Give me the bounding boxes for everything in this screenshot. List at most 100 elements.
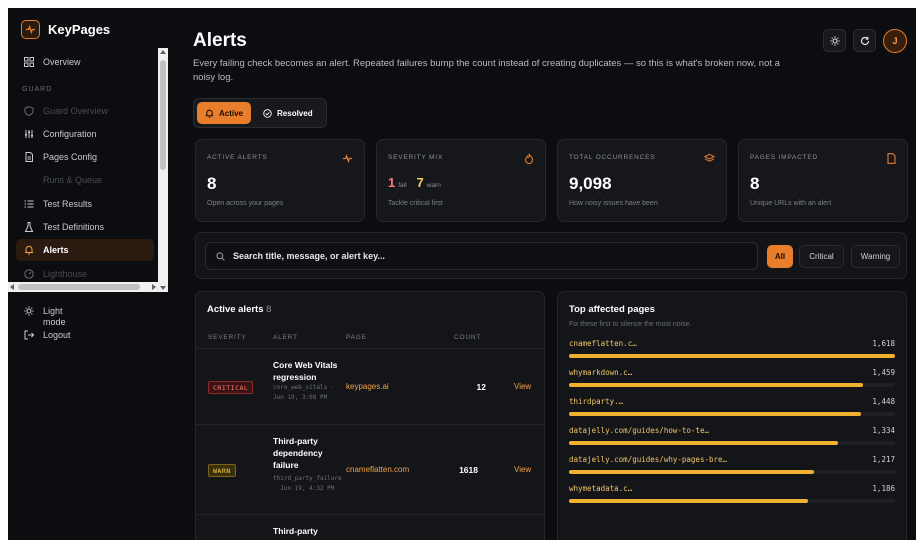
row-divider: [196, 424, 544, 425]
main-content: Alerts Every failing check becomes an al…: [168, 8, 916, 540]
sidebar-item-guard-overview[interactable]: Guard Overview: [16, 100, 154, 122]
top-pages-title: Top affected pages: [569, 304, 655, 315]
stat-value: 9,098: [569, 174, 612, 193]
severity-fail-label: fail: [398, 182, 407, 189]
column-header-count: COUNT: [454, 334, 482, 341]
gauge-icon: [24, 269, 34, 279]
refresh-button[interactable]: [853, 29, 876, 52]
status-toggle: Active Resolved: [193, 98, 327, 128]
column-header-page: PAGE: [346, 334, 367, 341]
active-alerts-count: 8: [266, 304, 272, 315]
stat-card-severity-mix: SEVERITY MIX 1 fail 7 warn Tackle critic…: [376, 139, 546, 222]
bell-icon: [25, 245, 33, 255]
view-alert-button[interactable]: View: [514, 465, 531, 474]
refresh-icon: [860, 36, 869, 45]
severity-warn-count: 7: [416, 175, 424, 190]
logout-button[interactable]: Logout: [24, 330, 71, 340]
scrollbar-thumb[interactable]: [160, 60, 166, 170]
alert-title: Third-party dependency failure: [273, 436, 323, 470]
sidebar-item-runs-queue[interactable]: Runs & Queue: [16, 169, 154, 191]
sidebar-item-test-definitions[interactable]: Test Definitions: [16, 216, 154, 238]
sidebar-item-label: Overview: [43, 57, 81, 67]
stat-card-active-alerts: ACTIVE ALERTS 8 Open across your pages: [195, 139, 365, 222]
severity-mix: 1 fail 7 warn: [388, 175, 448, 190]
sidebar-item-label: Test Results: [43, 199, 93, 209]
stat-card-pages-impacted: PAGES IMPACTED 8 Unique URLs with an ale…: [738, 139, 908, 222]
sidebar-horizontal-scrollbar[interactable]: [8, 282, 158, 292]
flask-icon: [24, 222, 34, 232]
bell-icon: [205, 109, 214, 118]
top-page-count: 1,459: [872, 368, 895, 377]
sidebar-item-label: Runs & Queue: [43, 175, 103, 185]
sidebar-item-label: Alerts: [43, 245, 69, 255]
sidebar-item-pages-config[interactable]: Pages Config: [16, 146, 154, 168]
top-page-bar-track: [569, 441, 895, 445]
panel-title: Active alerts 8: [207, 304, 271, 315]
check-circle-icon: [263, 108, 272, 118]
brand-name: KeyPages: [48, 22, 111, 37]
alert-page-link[interactable]: keypages.ai: [346, 382, 389, 391]
stat-label: PAGES IMPACTED: [750, 154, 819, 161]
stat-label: TOTAL OCCURRENCES: [569, 154, 656, 161]
light-mode-button[interactable]: Light mode: [24, 306, 66, 328]
sidebar-item-configuration[interactable]: Configuration: [16, 123, 154, 145]
severity-badge-warn: WARN: [208, 464, 236, 477]
alert-page-link[interactable]: cnameflatten.com: [346, 465, 409, 474]
filter-critical-button[interactable]: Critical: [799, 245, 844, 268]
top-page-bar-fill: [569, 412, 861, 416]
page-subtitle: Every failing check becomes an alert. Re…: [193, 58, 780, 83]
top-page-label: whymarkdown.c…: [569, 368, 633, 377]
filter-all-button[interactable]: All: [767, 245, 793, 268]
severity-fail-count: 1: [388, 175, 396, 190]
filter-bar: Search title, message, or alert key... A…: [195, 232, 907, 279]
column-header-alert: ALERT: [273, 334, 298, 341]
alert-count: 12: [476, 382, 486, 392]
severity-warn-label: warn: [426, 182, 441, 189]
row-divider: [196, 348, 544, 349]
alert-meta: third_party_failure · Jun 19, 4:32 PM: [273, 475, 342, 492]
stat-value: 8: [750, 174, 760, 193]
alert-meta: core_web_vitals · Jun 19, 3:08 PM: [273, 384, 335, 401]
flame-icon: [524, 153, 534, 164]
tab-resolved[interactable]: Resolved: [255, 102, 321, 124]
stat-value: 8: [207, 174, 217, 193]
top-page-bar-track: [569, 354, 895, 358]
top-page-label: whymetadata.c…: [569, 484, 633, 493]
sidebar-nav[interactable]: Overview GUARD Guard Overview Configurat…: [8, 48, 168, 292]
row-divider: [196, 514, 544, 515]
stat-desc: Tackle critical first: [388, 200, 443, 207]
filter-warning-button[interactable]: Warning: [851, 245, 900, 268]
sidebar-section-label: GUARD: [22, 86, 53, 93]
scroll-right-arrow-icon[interactable]: [152, 284, 156, 290]
scroll-up-arrow-icon[interactable]: [160, 50, 166, 54]
sidebar-item-test-results[interactable]: Test Results: [16, 193, 154, 215]
view-alert-button[interactable]: View: [514, 382, 531, 391]
grid-icon: [24, 57, 34, 67]
tab-active-label: Active: [219, 108, 244, 118]
top-page-bar-fill: [569, 499, 808, 503]
top-page-label: thirdparty.…: [569, 397, 624, 406]
theme-toggle-button[interactable]: [823, 29, 846, 52]
sidebar-item-overview[interactable]: Overview: [16, 51, 154, 73]
sidebar: KeyPages Overview GUARD Guard Overview C…: [8, 8, 168, 540]
scrollbar-thumb[interactable]: [18, 284, 140, 290]
stat-label: ACTIVE ALERTS: [207, 154, 268, 161]
sidebar-item-alerts[interactable]: Alerts: [16, 239, 154, 261]
sidebar-item-label: Configuration: [43, 129, 97, 139]
scroll-left-arrow-icon[interactable]: [10, 284, 14, 290]
top-affected-pages-panel: Top affected pages Fix these first to si…: [557, 291, 907, 540]
sun-icon: [24, 306, 34, 316]
top-page-bar-fill: [569, 470, 815, 474]
app-window: KeyPages Overview GUARD Guard Overview C…: [8, 8, 916, 540]
active-alerts-panel: Active alerts 8 SEVERITY ALERT PAGE COUN…: [195, 291, 545, 540]
user-avatar[interactable]: J: [883, 29, 907, 53]
layers-icon: [704, 153, 715, 162]
search-input[interactable]: Search title, message, or alert key...: [205, 242, 758, 270]
brand[interactable]: KeyPages: [21, 20, 110, 39]
stat-desc: How noisy issues have been: [569, 200, 658, 207]
top-page-count: 1,217: [872, 455, 895, 464]
scroll-down-arrow-icon[interactable]: [160, 286, 166, 290]
top-actions: J: [823, 29, 907, 53]
sidebar-vertical-scrollbar[interactable]: [158, 48, 168, 292]
tab-active[interactable]: Active: [197, 102, 252, 124]
